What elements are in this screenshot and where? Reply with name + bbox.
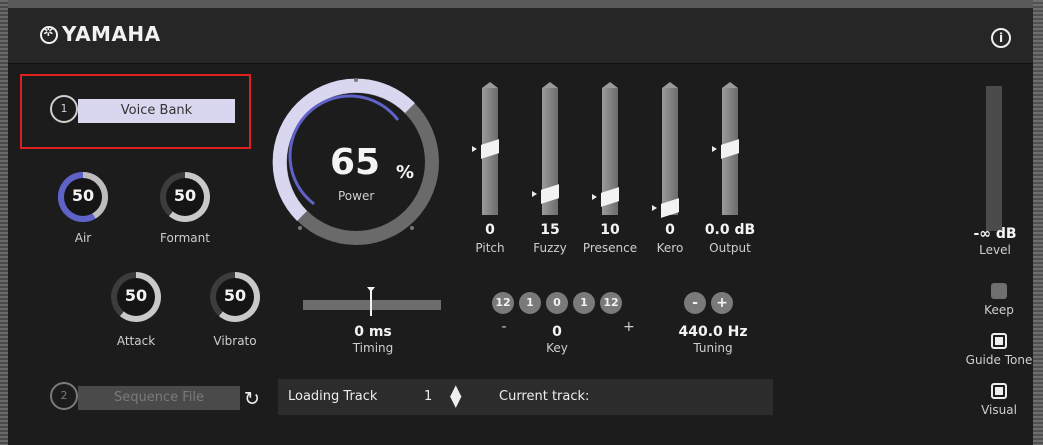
formant-knob[interactable]: 50 (160, 172, 210, 222)
guide-tone-toggle[interactable] (991, 333, 1007, 349)
track-stepper-icon[interactable]: ▲ ▼ (450, 383, 462, 409)
timing-value: 0 ms (354, 324, 392, 340)
fuzzy-value: 15 (540, 222, 560, 238)
key-plus-1-button[interactable]: 1 (573, 292, 595, 314)
pitch-value: 0 (485, 222, 495, 238)
tuning-value: 440.0 Hz (678, 324, 748, 340)
tuning-minus-button[interactable]: - (684, 292, 706, 314)
vibrato-knob[interactable]: 50 (210, 272, 260, 322)
timing-label: Timing (352, 341, 394, 355)
output-value: 0.0 dB (704, 222, 756, 238)
pitch-label: Pitch (475, 241, 505, 255)
key-minus-label: - (501, 319, 507, 335)
key-label: Key (546, 341, 568, 355)
presence-label: Presence (582, 241, 638, 255)
fader-pointer-icon (652, 205, 657, 211)
timing-marker-icon (367, 287, 375, 292)
timing-slider-track[interactable] (303, 300, 441, 310)
timing-slider-handle[interactable] (370, 290, 372, 316)
info-icon[interactable]: i (991, 28, 1011, 48)
tuning-fork-emblem-icon (40, 25, 58, 44)
visual-label: Visual (981, 403, 1017, 417)
fuzzy-label: Fuzzy (533, 241, 567, 255)
sequence-file-number: 2 (50, 382, 78, 410)
window-edge-left (0, 0, 8, 445)
guide-tone-label: Guide Tone (965, 353, 1033, 367)
fader-pointer-icon (712, 146, 717, 153)
key-minus-12-button[interactable]: 12 (492, 292, 514, 314)
keep-label: Keep (984, 303, 1014, 317)
fader-pointer-icon (472, 146, 477, 153)
air-knob[interactable]: 50 (58, 172, 108, 222)
key-plus-12-button[interactable]: 12 (600, 292, 622, 314)
attack-knob[interactable]: 50 (111, 272, 161, 322)
reload-icon[interactable]: ↻ (244, 390, 262, 409)
fader-pointer-icon (592, 193, 597, 200)
loading-track-label: Loading Track (288, 389, 378, 404)
sequence-file-button[interactable]: Sequence File (78, 386, 240, 410)
formant-label: Formant (160, 231, 210, 245)
tuning-plus-button[interactable]: + (711, 292, 733, 314)
key-minus-1-button[interactable]: 1 (519, 292, 541, 314)
power-unit: % (396, 162, 415, 183)
power-value: 65 (330, 142, 381, 183)
level-label: Level (979, 243, 1011, 257)
fader-track (662, 88, 678, 215)
title-bar: YAMAHA i (8, 8, 1033, 64)
track-bar: Loading Track 1 ▲ ▼ Current track: (278, 379, 773, 415)
tuning-label: Tuning (693, 341, 733, 355)
voice-bank-slot[interactable]: 1 Voice Bank (50, 95, 235, 124)
kero-value: 0 (665, 222, 675, 238)
sequence-file-slot[interactable]: 2 Sequence File (50, 382, 240, 411)
power-label: Power (338, 189, 375, 203)
key-plus-label: + (623, 319, 635, 335)
voice-bank-button[interactable]: Voice Bank (78, 99, 235, 123)
visual-toggle[interactable] (991, 383, 1007, 399)
output-label: Output (709, 241, 751, 255)
attack-label: Attack (116, 334, 156, 348)
level-value: -∞ dB (973, 226, 1017, 242)
fader-pointer-icon (532, 191, 537, 198)
keep-toggle[interactable] (991, 283, 1007, 299)
power-dial[interactable]: 65 % Power (270, 76, 442, 248)
current-track-label: Current track: (499, 389, 590, 404)
vibrato-label: Vibrato (213, 334, 257, 348)
level-meter (986, 86, 1002, 231)
window-edge-right (1033, 0, 1043, 445)
air-label: Air (74, 231, 92, 245)
yamaha-logo: YAMAHA (40, 22, 161, 46)
voice-bank-number: 1 (50, 95, 78, 123)
kero-label: Kero (656, 241, 684, 255)
key-reset-button[interactable]: 0 (546, 292, 568, 314)
key-value: 0 (552, 324, 562, 340)
plugin-panel: YAMAHA i 1 Voice Bank 50 Air 50 Formant … (8, 8, 1033, 445)
loading-track-value: 1 (424, 389, 433, 404)
presence-value: 10 (600, 222, 620, 238)
